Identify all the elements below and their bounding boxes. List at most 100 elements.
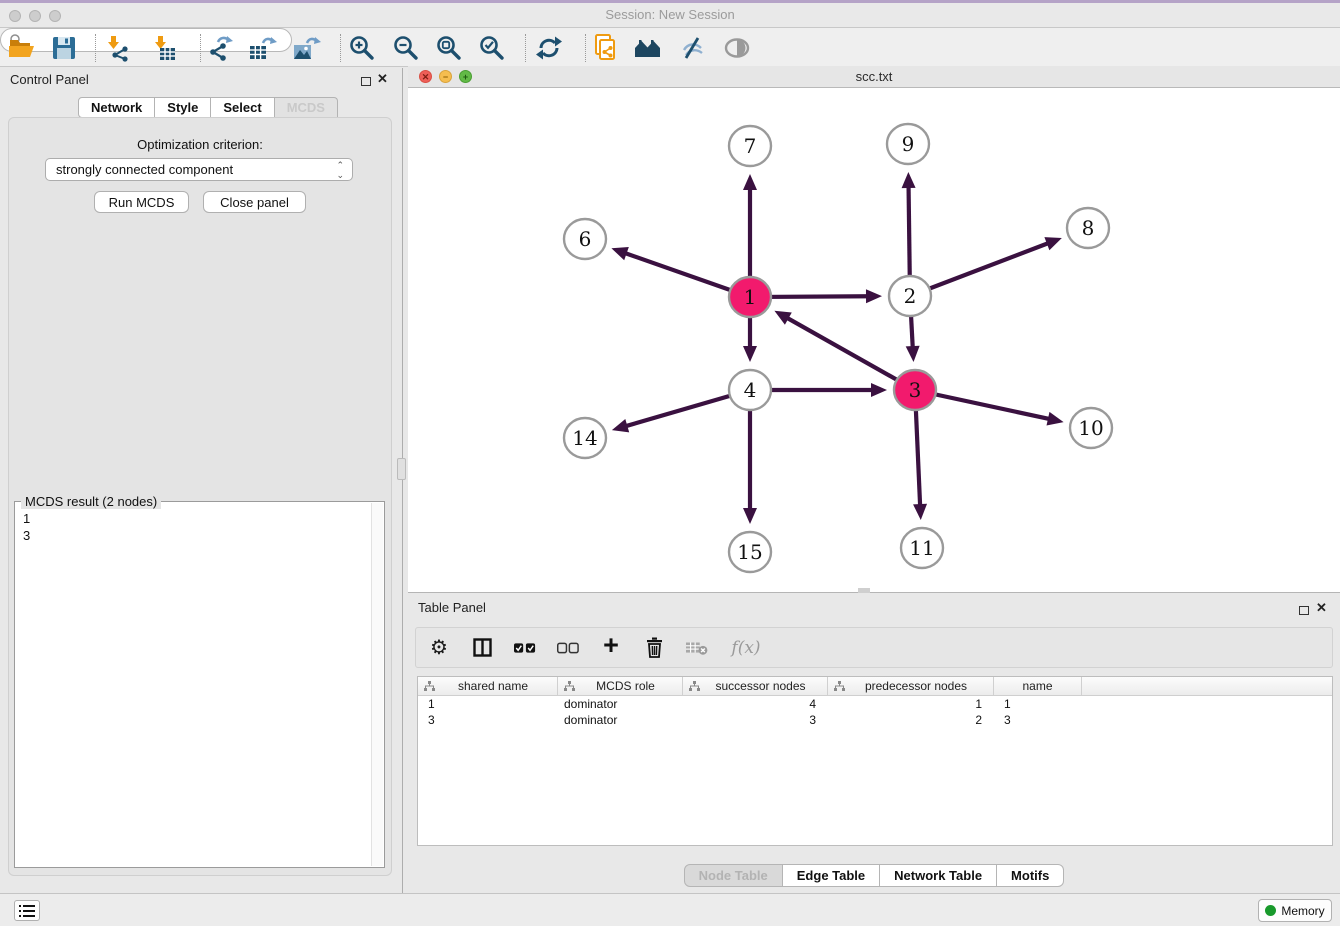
node-table: shared name MCDS role successor nodes pr… — [417, 676, 1333, 846]
export-network-icon[interactable] — [204, 34, 234, 62]
control-panel-title: Control Panel — [10, 72, 89, 87]
mcds-result-text[interactable]: 1 3 — [23, 510, 30, 544]
canvas-splitter-grip[interactable] — [858, 588, 870, 593]
mcds-result-box: MCDS result (2 nodes) 1 3 — [14, 501, 385, 868]
open-file-icon[interactable] — [7, 34, 37, 62]
zoom-fit-icon[interactable] — [434, 34, 464, 62]
table-options-gear-icon[interactable]: ⚙ — [428, 636, 450, 660]
run-mcds-button[interactable]: Run MCDS — [94, 191, 189, 213]
deselect-all-icon[interactable] — [557, 636, 579, 660]
network-overview-icon[interactable] — [633, 34, 663, 62]
tab-motifs[interactable]: Motifs — [997, 864, 1064, 887]
network-canvas[interactable]: 7968124314101511 — [408, 88, 1340, 593]
table-row[interactable]: 1 dominator 4 1 1 — [418, 696, 1332, 712]
app-titlebar: Session: New Session — [0, 3, 1340, 28]
column-header-predecessor-nodes[interactable]: predecessor nodes — [828, 677, 994, 695]
toolbar-separator — [585, 34, 586, 62]
tab-network[interactable]: Network — [78, 97, 155, 118]
save-session-icon[interactable] — [49, 34, 79, 62]
task-history-button[interactable] — [14, 900, 40, 921]
mcds-result-scrollbar[interactable] — [371, 503, 383, 866]
graph-node-label: 4 — [744, 378, 757, 402]
graph-edge-3-1[interactable] — [786, 317, 915, 390]
table-toolbar: ⚙ + f(x) — [415, 627, 1333, 668]
status-bar: Memory — [0, 893, 1340, 926]
zoom-in-icon[interactable] — [347, 34, 377, 62]
graph-edge-arrowhead — [866, 289, 882, 303]
optimization-criterion-select[interactable]: strongly connected component ⌃⌄ — [45, 158, 353, 181]
list-icon — [19, 905, 35, 917]
graph-edge-2-8[interactable] — [910, 243, 1050, 296]
column-header-mcds-role[interactable]: MCDS role — [558, 677, 683, 695]
select-all-icon[interactable] — [514, 636, 536, 660]
graph-node-label: 6 — [579, 227, 592, 251]
control-panel-tabs: Network Style Select MCDS — [78, 97, 338, 118]
graph-edge-arrowhead — [913, 504, 927, 520]
delete-table-icon[interactable] — [686, 636, 708, 660]
toolbar-separator — [525, 34, 526, 62]
cell-shared-name: 1 — [418, 696, 558, 712]
graph-node-label: 2 — [904, 284, 917, 308]
close-panel-button[interactable]: Close panel — [203, 191, 306, 213]
clone-network-icon[interactable] — [590, 34, 620, 62]
table-row[interactable]: 3 dominator 3 2 3 — [418, 712, 1332, 728]
control-panel-float-icon[interactable] — [361, 73, 371, 91]
tab-mcds[interactable]: MCDS — [275, 97, 338, 118]
vertical-splitter-grip[interactable] — [397, 458, 406, 480]
graph-node-label: 11 — [909, 536, 934, 560]
network-window-title: scc.txt — [408, 66, 1340, 87]
zoom-selected-icon[interactable] — [477, 34, 507, 62]
zoom-out-icon[interactable] — [391, 34, 421, 62]
tab-node-table[interactable]: Node Table — [684, 864, 783, 887]
add-column-icon[interactable]: + — [600, 636, 622, 660]
graph-edge-arrowhead — [743, 346, 757, 362]
memory-status-icon — [1265, 905, 1276, 916]
export-image-icon[interactable] — [291, 34, 321, 62]
table-panel-close-icon[interactable]: ✕ — [1316, 603, 1327, 613]
table-panel-float-icon[interactable] — [1299, 602, 1309, 620]
import-network-icon[interactable] — [103, 34, 133, 62]
delete-column-icon[interactable] — [643, 636, 665, 660]
control-panel-close-icon[interactable]: ✕ — [377, 74, 388, 84]
toolbar-separator — [340, 34, 341, 62]
graph-edge-arrowhead — [611, 247, 628, 260]
tab-style[interactable]: Style — [155, 97, 211, 118]
cell-name: 1 — [994, 696, 1082, 712]
mcds-result-title: MCDS result (2 nodes) — [21, 494, 161, 509]
show-graphics-details-icon[interactable] — [722, 34, 752, 62]
function-builder-icon[interactable]: f(x) — [729, 636, 763, 660]
column-hierarchy-icon — [424, 681, 435, 692]
cell-successor-nodes: 3 — [683, 712, 828, 728]
column-header-name[interactable]: name — [994, 677, 1082, 695]
network-graph[interactable]: 7968124314101511 — [408, 88, 1340, 593]
graph-edge-arrowhead — [1044, 237, 1061, 250]
memory-button[interactable]: Memory — [1258, 899, 1332, 922]
export-table-icon[interactable] — [247, 34, 277, 62]
refresh-layout-icon[interactable] — [534, 34, 564, 62]
column-header-shared-name[interactable]: shared name — [418, 677, 558, 695]
graph-edge-arrowhead — [743, 174, 757, 190]
network-maximize-button[interactable]: + — [459, 70, 472, 83]
network-minimize-button[interactable]: − — [439, 70, 452, 83]
tab-network-table[interactable]: Network Table — [880, 864, 997, 887]
cell-name: 3 — [994, 712, 1082, 728]
cell-shared-name: 3 — [418, 712, 558, 728]
show-columns-icon[interactable] — [471, 636, 493, 660]
vertical-splitter[interactable] — [402, 68, 403, 893]
import-table-icon[interactable] — [150, 34, 180, 62]
table-panel-title: Table Panel — [418, 600, 486, 615]
minimize-window-button[interactable] — [29, 10, 41, 22]
network-window-titlebar[interactable]: ✕ − + scc.txt — [408, 66, 1340, 88]
close-window-button[interactable] — [9, 10, 21, 22]
table-header-row: shared name MCDS role successor nodes pr… — [418, 677, 1332, 696]
select-stepper-icon: ⌃⌄ — [336, 160, 344, 180]
cell-mcds-role: dominator — [558, 696, 683, 712]
column-header-successor-nodes[interactable]: successor nodes — [683, 677, 828, 695]
tab-edge-table[interactable]: Edge Table — [783, 864, 880, 887]
tab-select[interactable]: Select — [211, 97, 274, 118]
hide-graphics-details-icon[interactable] — [677, 34, 707, 62]
network-close-button[interactable]: ✕ — [419, 70, 432, 83]
graph-edge-arrowhead — [743, 508, 757, 524]
zoom-window-button[interactable] — [49, 10, 61, 22]
table-tabs: Node Table Edge Table Network Table Moti… — [408, 864, 1340, 887]
